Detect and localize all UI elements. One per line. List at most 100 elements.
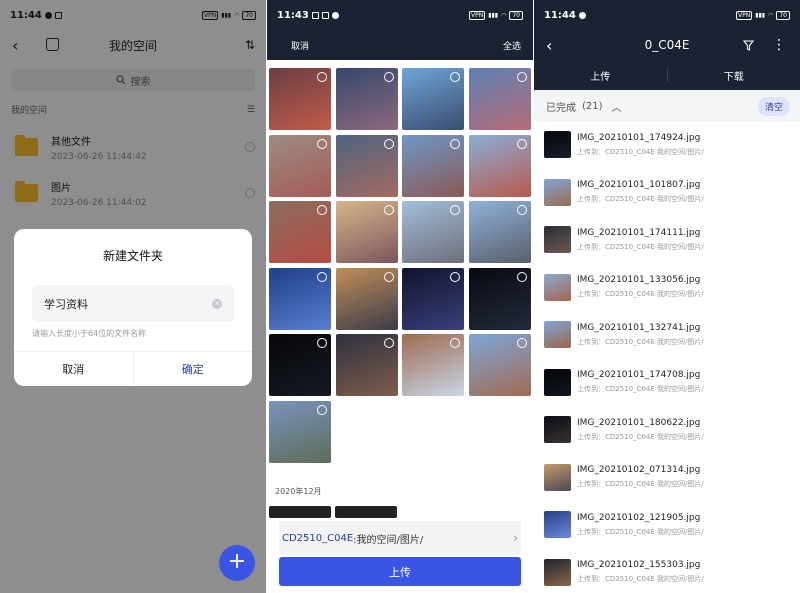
completed-section-header: 已完成 (21) ︿ 清空: [534, 90, 800, 122]
confirm-button[interactable]: 确定: [134, 352, 253, 386]
more-icon[interactable]: ⋮: [772, 37, 786, 53]
upload-item[interactable]: IMG_20210101_101807.jpg 上传到：CD2510_C04E 我…: [534, 169, 800, 217]
select-circle-icon[interactable]: [450, 138, 460, 149]
select-circle-icon[interactable]: [317, 404, 327, 415]
signal-icon: ▮▮▮: [755, 11, 766, 19]
image-thumbnail: [544, 273, 571, 301]
destination-path: :我的空间/图片/: [353, 534, 424, 546]
select-circle-icon[interactable]: [516, 271, 527, 282]
picker-header: 取消 全选: [267, 30, 533, 60]
item-file-name: IMG_20210101_174708.jpg: [577, 370, 701, 381]
chevron-right-icon: ›: [513, 531, 518, 545]
destination-selector[interactable]: CD2510_C04E :我的空间/图片/ ›: [279, 521, 521, 555]
page-title: 0_C04E: [644, 38, 690, 52]
photo-thumbnail[interactable]: [468, 201, 531, 263]
photo-thumbnail[interactable]: [402, 267, 464, 330]
filter-icon[interactable]: [743, 39, 754, 51]
upload-button[interactable]: 上传: [279, 557, 521, 586]
select-circle-icon[interactable]: [317, 271, 327, 282]
image-thumbnail: [544, 321, 571, 349]
select-all-link[interactable]: 全选: [503, 39, 521, 52]
cancel-button[interactable]: 取消: [14, 352, 134, 386]
select-circle-icon[interactable]: [383, 138, 394, 149]
select-circle-icon[interactable]: [383, 271, 394, 282]
photo-thumbnail[interactable]: [269, 68, 331, 130]
select-circle-icon[interactable]: [450, 72, 460, 82]
item-file-name: IMG_20210101_132741.jpg: [577, 322, 701, 333]
select-circle-icon[interactable]: [317, 205, 327, 215]
photo-thumbnail[interactable]: [335, 68, 398, 130]
photo-thumbnail[interactable]: [335, 267, 398, 330]
upload-item[interactable]: IMG_20210101_133056.jpg 上传到：CD2510_C04E 我…: [534, 264, 800, 312]
select-circle-icon[interactable]: [450, 205, 460, 215]
photo-thumbnail[interactable]: [468, 68, 531, 130]
upload-item[interactable]: IMG_20210101_180622.jpg 上传到：CD2510_C04E 我…: [534, 406, 800, 454]
clear-input-icon[interactable]: ✕: [212, 298, 222, 309]
photo-thumbnail[interactable]: [402, 201, 464, 263]
item-destination: 上传到：CD2510_C04E 我的空间/图片/: [577, 195, 704, 204]
photo-thumbnail[interactable]: [468, 134, 531, 197]
photo-thumbnail[interactable]: [402, 134, 464, 197]
select-circle-icon[interactable]: [317, 338, 327, 348]
select-circle-icon[interactable]: [383, 72, 394, 82]
select-circle-icon[interactable]: [516, 72, 527, 82]
photo-thumbnail[interactable]: [402, 334, 464, 396]
upload-item[interactable]: IMG_20210101_174924.jpg 上传到：CD2510_C04E 我…: [534, 121, 800, 169]
item-file-name: IMG_20210101_133056.jpg: [577, 275, 701, 286]
select-circle-icon[interactable]: [516, 338, 527, 348]
image-thumbnail: [544, 368, 571, 396]
collapse-icon[interactable]: ︿: [612, 99, 622, 114]
upload-item[interactable]: IMG_20210102_071314.jpg 上传到：CD2510_C04E 我…: [534, 454, 800, 502]
battery-badge: 70: [509, 10, 523, 20]
battery-badge: 70: [776, 10, 790, 20]
item-file-name: IMG_20210101_174924.jpg: [577, 132, 701, 143]
destination-device: CD2510_C04E: [282, 532, 354, 544]
photo-thumbnail[interactable]: [335, 134, 398, 197]
folder-name-input[interactable]: 学习资料 ✕: [32, 285, 234, 322]
cancel-link[interactable]: 取消: [291, 39, 309, 52]
new-folder-dialog: 新建文件夹 学习资料 ✕ 请输入长度小于64位的文件名称 取消 确定: [14, 229, 252, 386]
month-label: 2020年12月: [275, 487, 322, 496]
select-circle-icon[interactable]: [383, 205, 394, 215]
select-circle-icon[interactable]: [383, 338, 394, 348]
app-notification-icon: [321, 11, 329, 19]
select-circle-icon[interactable]: [317, 72, 327, 82]
photo-thumbnail[interactable]: [335, 334, 398, 396]
completed-label: 已完成: [546, 102, 576, 114]
photo-thumbnail[interactable]: [402, 68, 464, 130]
select-circle-icon[interactable]: [516, 138, 527, 149]
upload-item[interactable]: IMG_20210101_174708.jpg 上传到：CD2510_C04E 我…: [534, 359, 800, 407]
wifi-icon: ◠: [768, 11, 774, 19]
photo-thumbnail[interactable]: [468, 267, 531, 330]
select-circle-icon[interactable]: [450, 271, 460, 282]
item-file-name: IMG_20210102_155303.jpg: [577, 560, 701, 571]
photo-thumbnail[interactable]: [269, 506, 331, 518]
select-circle-icon[interactable]: [450, 338, 460, 348]
item-destination: 上传到：CD2510_C04E 我的空间/图片/: [577, 242, 704, 251]
app-notification-icon: [311, 11, 319, 19]
add-button[interactable]: +: [219, 545, 255, 581]
photo-thumbnail[interactable]: [335, 201, 398, 263]
select-circle-icon[interactable]: [317, 138, 327, 149]
clear-button[interactable]: 清空: [757, 96, 790, 116]
item-destination: 上传到：CD2510_C04E 我的空间/图片/: [577, 385, 704, 394]
photo-thumbnail[interactable]: [468, 334, 531, 396]
photo-thumbnail[interactable]: [269, 134, 331, 197]
photo-thumbnail[interactable]: [335, 506, 397, 518]
photo-thumbnail[interactable]: [269, 201, 331, 263]
upload-item[interactable]: IMG_20210102_121905.jpg 上传到：CD2510_C04E 我…: [534, 501, 800, 549]
photo-thumbnail[interactable]: [269, 334, 331, 396]
item-file-name: IMG_20210101_101807.jpg: [577, 180, 701, 191]
upload-item[interactable]: IMG_20210102_155303.jpg 上传到：CD2510_C04E 我…: [534, 549, 800, 593]
upload-item[interactable]: IMG_20210101_174111.jpg 上传到：CD2510_C04E 我…: [534, 216, 800, 264]
upload-item[interactable]: IMG_20210101_132741.jpg 上传到：CD2510_C04E 我…: [534, 311, 800, 359]
tab-download[interactable]: 下载: [668, 60, 800, 90]
vpn-badge: VPN: [735, 10, 753, 20]
photo-thumbnail[interactable]: [269, 267, 331, 330]
select-circle-icon[interactable]: [516, 205, 527, 215]
dialog-title: 新建文件夹: [102, 249, 163, 263]
item-file-name: IMG_20210102_071314.jpg: [577, 465, 701, 476]
tab-upload[interactable]: 上传: [534, 60, 667, 90]
input-hint: 请输入长度小于64位的文件名称: [32, 329, 147, 338]
photo-thumbnail[interactable]: [269, 400, 331, 463]
